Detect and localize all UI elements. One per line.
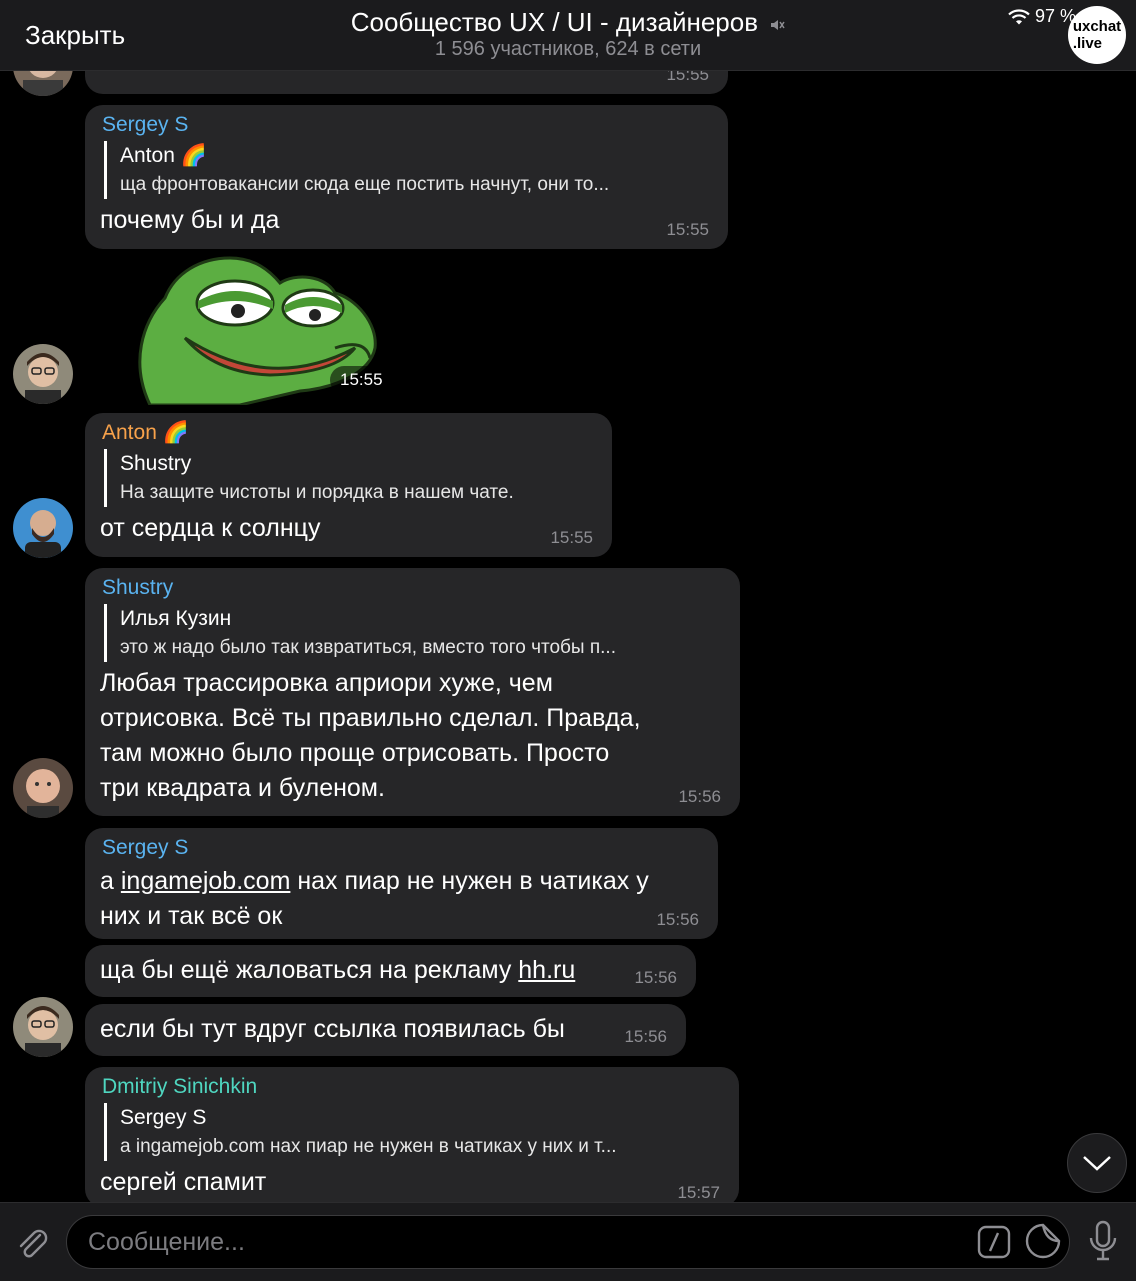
message-text: ща бы ещё жаловаться на рекламу hh.ru bbox=[100, 956, 576, 984]
reply-text: это ж надо было так извратиться, вместо … bbox=[120, 637, 616, 658]
message-link[interactable]: ingamejob.com bbox=[121, 867, 291, 895]
message-bubble[interactable]: Sergey S а ingamejob.com нах пиар не нуж… bbox=[85, 828, 718, 939]
reply-text: ща фронтовакансии сюда еще постить начну… bbox=[120, 174, 610, 195]
message-bubble[interactable]: Dmitriy Sinichkin Sergey S а ingamejob.c… bbox=[85, 1067, 739, 1207]
message-link[interactable]: hh.ru bbox=[518, 956, 575, 984]
message-bubble[interactable]: ща бы ещё жаловаться на рекламу hh.ru 15… bbox=[85, 945, 696, 997]
message-time: 15:57 bbox=[677, 1183, 720, 1202]
message-text: от сердца к солнцу bbox=[100, 514, 321, 542]
message-text-line: три квадрата и буленом. bbox=[100, 774, 385, 802]
sender-name[interactable]: Sergey S bbox=[100, 113, 712, 137]
reply-quote[interactable]: Shustry На защите чистоты и порядка в на… bbox=[104, 449, 596, 507]
reply-author: Илья Кузин bbox=[120, 607, 232, 630]
reply-author: Shustry bbox=[120, 452, 192, 475]
reply-quote[interactable]: Anton 🌈 ща фронтовакансии сюда еще пости… bbox=[104, 141, 712, 199]
sticker-icon[interactable] bbox=[1024, 1222, 1062, 1265]
message-text-line: там можно было проще отрисовать. Просто bbox=[100, 739, 610, 767]
status-bar: 97 % bbox=[1008, 6, 1076, 27]
sender-name[interactable]: Anton 🌈 bbox=[100, 421, 596, 445]
reply-quote[interactable]: Sergey S а ingamejob.com нах пиар не нуж… bbox=[104, 1103, 723, 1161]
sender-name[interactable]: Shustry bbox=[100, 576, 724, 600]
reply-text: На защите чистоты и порядка в нашем чате… bbox=[120, 482, 514, 503]
avatar[interactable] bbox=[13, 498, 73, 558]
message-text: а ingamejob.com нах пиар не нужен в чати… bbox=[100, 867, 649, 895]
chat-members-status: 1 596 участников, 624 в сети bbox=[434, 38, 702, 60]
reply-text: а ingamejob.com нах пиар не нужен в чати… bbox=[120, 1136, 617, 1157]
message-bubble[interactable]: Sergey S Anton 🌈 ща фронтовакансии сюда … bbox=[85, 105, 728, 249]
message-bubble[interactable]: Anton 🌈 Shustry На защите чистоты и поря… bbox=[85, 413, 612, 557]
message-time: 15:56 bbox=[624, 1027, 667, 1046]
uxchat-logo: uxchat .live bbox=[1068, 6, 1126, 64]
attach-icon[interactable] bbox=[14, 1225, 50, 1266]
message-bubble[interactable]: если бы тут вдруг ссылка появилась бы 15… bbox=[85, 1004, 686, 1056]
message-input[interactable]: Сообщение... bbox=[66, 1215, 1070, 1269]
message-text: почему бы и да bbox=[100, 206, 280, 234]
avatar[interactable] bbox=[13, 997, 73, 1057]
message-text: сергей спамит bbox=[100, 1168, 267, 1196]
reply-author: Anton 🌈 bbox=[120, 144, 207, 167]
message-time: 15:56 bbox=[678, 787, 721, 806]
avatar[interactable] bbox=[13, 758, 73, 818]
sticker-time: 15:55 bbox=[330, 366, 393, 394]
message-text-line: них и так всё ок bbox=[100, 902, 283, 930]
message-time: 15:56 bbox=[634, 968, 677, 987]
message-time: 15:56 bbox=[656, 910, 699, 929]
wifi-icon bbox=[1008, 6, 1035, 26]
chat-title: Сообщество UX / UI - дизайнеров bbox=[350, 7, 759, 37]
message-text: если бы тут вдруг ссылка появилась бы bbox=[100, 1015, 565, 1043]
microphone-icon[interactable] bbox=[1087, 1220, 1119, 1267]
message-text-line: отрисовка. Всё ты правильно сделал. Прав… bbox=[100, 704, 641, 732]
reply-quote[interactable]: Илья Кузин это ж надо было так извратить… bbox=[104, 604, 724, 662]
message-bubble[interactable]: Shustry Илья Кузин это ж надо было так и… bbox=[85, 568, 740, 816]
chat-header: Закрыть Сообщество UX / UI - дизайнеров … bbox=[0, 0, 1136, 71]
chat-title-row[interactable]: Сообщество UX / UI - дизайнеров bbox=[0, 7, 1136, 40]
chevron-down-icon bbox=[1083, 1156, 1111, 1171]
avatar[interactable] bbox=[13, 344, 73, 404]
muted-icon bbox=[769, 9, 785, 40]
bot-commands-icon[interactable] bbox=[976, 1224, 1012, 1265]
sender-name[interactable]: Dmitriy Sinichkin bbox=[100, 1075, 723, 1099]
scroll-to-bottom-button[interactable] bbox=[1067, 1133, 1127, 1193]
message-input-bar: Сообщение... bbox=[0, 1202, 1136, 1281]
reply-author: Sergey S bbox=[120, 1106, 207, 1129]
sender-name[interactable]: Sergey S bbox=[100, 836, 702, 860]
message-time: 15:55 bbox=[550, 528, 593, 547]
message-text-line: Любая трассировка априори хуже, чем bbox=[100, 669, 553, 697]
message-time: 15:55 bbox=[666, 220, 709, 239]
